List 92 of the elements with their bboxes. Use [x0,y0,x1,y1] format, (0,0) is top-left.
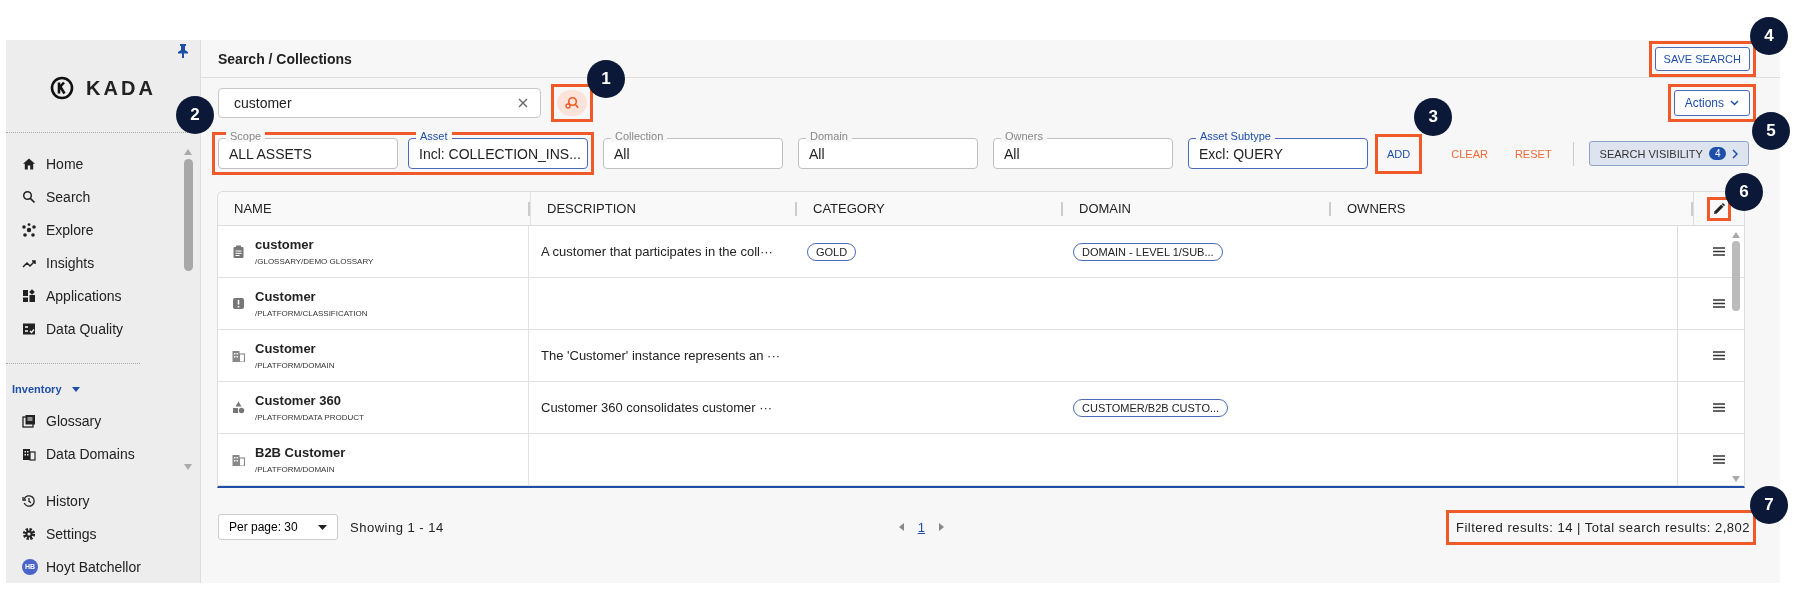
page-link[interactable]: 1 [917,519,925,535]
field-label: Collection [611,130,668,142]
showing-text: Showing 1 - 14 [350,519,444,535]
settings-icon [22,526,36,541]
count-badge: 4 [1708,147,1727,160]
asset-path: /PLATFORM/DATA PRODUCT [255,413,364,422]
column-header[interactable]: DOMAIN [1079,201,1131,216]
building-icon [232,453,245,466]
pencil-icon[interactable] [1713,202,1725,215]
chevron-right-icon [1732,148,1739,159]
callout-badge: 1 [587,60,625,98]
clear-icon[interactable] [518,98,528,108]
field-label: Asset [416,130,452,142]
asset-path: /PLATFORM/DOMAIN [255,361,335,370]
caret-icon [318,524,327,530]
chevron-down-icon [1730,100,1739,106]
pin-icon[interactable] [178,44,188,58]
column-header[interactable]: CATEGORY [813,201,885,216]
nav-item[interactable]: Search [22,180,180,213]
search-field[interactable]: customer [218,88,541,118]
callout-badge: 4 [1750,16,1788,55]
book-icon [22,413,36,428]
column-header[interactable]: DESCRIPTION [547,201,636,216]
asset-name[interactable]: B2B Customer [255,445,346,460]
nav-item[interactable]: Data Domains [22,437,180,470]
search-icon [565,96,579,110]
scroll-thumb[interactable] [1732,241,1740,311]
per-page-dropdown[interactable]: Per page: 30 [218,514,338,540]
nav-item[interactable]: Insights [22,246,180,279]
scroll-up-icon[interactable] [1732,232,1740,238]
explore-icon [22,222,36,237]
history-icon [22,493,36,508]
callout-badge: 2 [176,96,214,134]
building-icon [232,349,245,362]
logo-icon [50,76,75,100]
advanced-search-button[interactable] [557,90,587,116]
search-icon [22,189,36,204]
nav-item[interactable]: Settings [22,517,200,550]
nav-item[interactable]: Data Quality [22,312,180,345]
caret-icon [71,386,80,392]
nav-item[interactable]: History [22,484,200,517]
scroll-down-icon[interactable] [184,464,192,470]
asset-name[interactable]: Customer [255,289,368,304]
field-label: Scope [226,130,266,142]
previous-page-icon[interactable] [898,523,904,531]
asset-name[interactable]: Customer 360 [255,393,364,408]
asset-name[interactable]: customer [255,237,374,252]
column-header[interactable]: NAME [234,201,272,216]
description-text: A customer that participates in the coll··· [541,244,773,259]
menu-icon[interactable] [1713,455,1725,464]
clipboard-icon [232,245,245,258]
logo-text: KADA [86,76,156,100]
callout-badge: 3 [1414,97,1453,136]
asset-path: /PLATFORM/CLASSIFICATION [255,309,368,318]
field-label: Domain [806,130,852,142]
nav-item[interactable]: Home [22,147,180,180]
callout-badge: 7 [1750,485,1788,524]
nav-item[interactable]: Explore [22,213,180,246]
next-page-icon[interactable] [938,523,944,531]
results-summary: Filtered results: 14 | Total search results: 2,802 [1455,519,1750,535]
applications-icon [22,288,36,303]
asset-path: /GLOSSARY/DEMO GLOSSARY [255,257,374,266]
scroll-thumb[interactable] [183,159,193,271]
callout-badge: 6 [1725,172,1763,211]
alert-icon [232,297,245,310]
column-header[interactable]: OWNERS [1347,201,1406,216]
home-icon [22,156,36,171]
menu-icon[interactable] [1713,299,1725,308]
description-text: Customer 360 consolidates customer ··· [541,400,773,415]
field-label: Asset Subtype [1196,130,1275,142]
save-search-button[interactable]: SAVE SEARCH [1654,46,1750,71]
nav-item[interactable]: Applications [22,279,180,312]
actions-button[interactable]: Actions [1673,90,1750,116]
quality-icon [22,321,36,336]
section-header[interactable]: Inventory [12,378,180,400]
description-text: The 'Customer' instance represents an ··· [541,348,781,363]
scroll-down-icon[interactable] [1732,476,1740,482]
callout-badge: 5 [1752,112,1790,150]
building-icon [22,446,36,461]
search-visibility-button[interactable]: SEARCH VISIBILITY 4 [1588,141,1750,166]
nav-item[interactable]: Glossary [22,404,180,437]
menu-icon[interactable] [1713,247,1725,256]
breadcrumb: Search / Collections [218,50,352,67]
asset-name[interactable]: Customer [255,341,335,356]
add-button[interactable]: ADD [1381,139,1417,168]
scroll-up-icon[interactable] [184,149,192,155]
shapes-icon [232,401,245,414]
user-name[interactable]: Hoyt Batchellor [46,558,141,575]
field-label: Owners [1001,130,1047,142]
menu-icon[interactable] [1713,351,1725,360]
asset-path: /PLATFORM/DOMAIN [255,465,336,474]
menu-icon[interactable] [1713,403,1725,412]
